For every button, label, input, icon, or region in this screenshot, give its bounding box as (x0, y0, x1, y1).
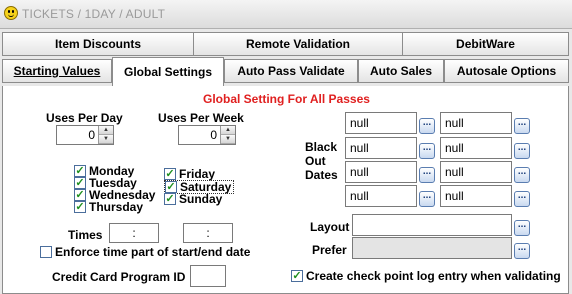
ellipsis-button[interactable]: ... (514, 118, 530, 134)
time-end-input[interactable]: : (183, 223, 233, 243)
label-line: Black (305, 140, 338, 154)
tab-label: Global Settings (123, 65, 212, 79)
blackout-date-field[interactable]: null (345, 161, 417, 183)
uses-per-day-label: Uses Per Day (46, 111, 123, 125)
spin-down-icon[interactable]: ▼ (99, 135, 113, 144)
ellipsis-button[interactable]: ... (514, 143, 530, 159)
tab-label: Auto Pass Validate (237, 64, 345, 78)
tab-label: Remote Validation (245, 37, 351, 51)
uses-per-week-label: Uses Per Week (158, 111, 244, 125)
tab-label: Auto Sales (369, 64, 432, 78)
panel-heading: Global Setting For All Passes (203, 92, 370, 106)
checkbox[interactable] (40, 246, 52, 258)
ellipsis-button[interactable]: ... (419, 118, 435, 134)
tab-label: Starting Values (13, 64, 101, 78)
tab-label: Autosale Options (456, 64, 557, 78)
uses-per-day-value: 0 (88, 128, 95, 142)
checkpoint-log-label: Create check point log entry when valida… (306, 269, 561, 283)
blackout-date-field[interactable]: null (440, 185, 512, 207)
black-out-dates-label: Black Out Dates (305, 140, 338, 182)
day-label: Sunday (179, 192, 223, 206)
day-label: Thursday (89, 200, 144, 214)
ellipsis-button[interactable]: ... (514, 243, 530, 259)
blackout-date-field[interactable]: null (440, 137, 512, 159)
checkbox[interactable]: ✓ (74, 189, 86, 201)
tab-starting-values[interactable]: Starting Values (2, 59, 112, 83)
tab-label: Item Discounts (54, 37, 141, 51)
time-start-input[interactable]: : (109, 223, 159, 243)
blackout-date-field[interactable]: null (440, 112, 512, 134)
spin-up-icon[interactable]: ▲ (221, 126, 235, 135)
tab-global-settings[interactable]: Global Settings (112, 57, 224, 86)
layout-input[interactable] (352, 214, 512, 236)
enforce-time-label: Enforce time part of start/end date (55, 245, 251, 259)
ellipsis-button[interactable]: ... (419, 167, 435, 183)
prefer-label: Prefer (312, 243, 347, 257)
prefer-input[interactable] (352, 237, 512, 259)
tab-auto-pass-validate[interactable]: Auto Pass Validate (224, 59, 358, 83)
ellipsis-button[interactable]: ... (514, 191, 530, 207)
ellipsis-button[interactable]: ... (419, 143, 435, 159)
checkbox[interactable]: ✓ (74, 201, 86, 213)
tab-debitware[interactable]: DebitWare (402, 32, 569, 56)
uses-per-day-spinner[interactable]: 0 ▲ ▼ (56, 125, 114, 145)
label-line: Dates (305, 168, 338, 182)
checkbox[interactable]: ✓ (74, 177, 86, 189)
checkpoint-log-option[interactable]: ✓ Create check point log entry when valid… (291, 269, 561, 283)
checkbox[interactable]: ✓ (164, 168, 176, 180)
day-thursday[interactable]: ✓ Thursday (74, 200, 144, 214)
checkbox[interactable]: ✓ (164, 193, 176, 205)
window-title: TICKETS / 1DAY / ADULT (22, 7, 166, 21)
label-line: Out (305, 154, 326, 168)
day-label: Friday (179, 167, 216, 181)
tab-label: DebitWare (456, 37, 515, 51)
tab-remote-validation[interactable]: Remote Validation (193, 32, 403, 56)
checkbox[interactable]: ✓ (291, 270, 303, 282)
checkbox[interactable]: ✓ (165, 181, 177, 193)
times-label: Times (68, 228, 103, 242)
ellipsis-button[interactable]: ... (514, 167, 530, 183)
spin-up-icon[interactable]: ▲ (99, 126, 113, 135)
blackout-date-field[interactable]: null (345, 112, 417, 134)
layout-label: Layout (310, 220, 350, 234)
smiley-icon (4, 6, 18, 20)
uses-per-week-value: 0 (210, 128, 217, 142)
day-sunday[interactable]: ✓ Sunday (164, 192, 223, 206)
blackout-date-field[interactable]: null (345, 185, 417, 207)
ellipsis-button[interactable]: ... (514, 220, 530, 236)
ellipsis-button[interactable]: ... (419, 191, 435, 207)
uses-per-week-spinner[interactable]: 0 ▲ ▼ (178, 125, 236, 145)
credit-card-input[interactable] (190, 265, 226, 287)
blackout-date-field[interactable]: null (345, 137, 417, 159)
checkbox[interactable]: ✓ (74, 165, 86, 177)
tab-item-discounts[interactable]: Item Discounts (2, 32, 194, 56)
credit-card-label: Credit Card Program ID (52, 270, 186, 284)
spin-down-icon[interactable]: ▼ (221, 135, 235, 144)
tab-autosale-options[interactable]: Autosale Options (444, 59, 569, 83)
tab-auto-sales[interactable]: Auto Sales (358, 59, 444, 83)
enforce-time-option[interactable]: Enforce time part of start/end date (40, 245, 251, 259)
day-friday[interactable]: ✓ Friday (164, 167, 216, 181)
blackout-date-field[interactable]: null (440, 161, 512, 183)
